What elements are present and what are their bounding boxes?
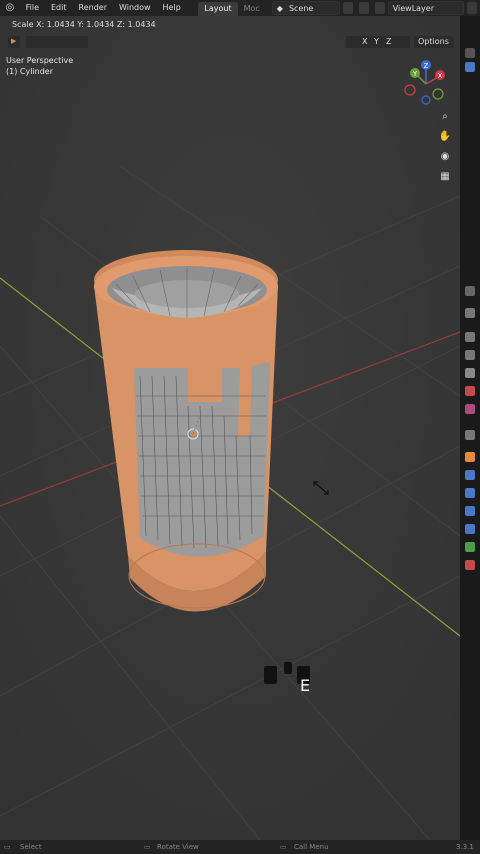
world-properties-icon[interactable] <box>465 404 475 414</box>
active-object-label: (1) Cylinder <box>6 67 53 76</box>
new-view-layer-icon[interactable] <box>467 2 477 14</box>
pin-icon[interactable] <box>342 2 353 14</box>
axis-x-label[interactable]: X <box>362 37 367 46</box>
pressed-key-label: E <box>300 676 311 695</box>
status-rotate: Rotate View <box>157 843 199 851</box>
render-properties-icon[interactable] <box>465 332 475 342</box>
workspace-tab-layout[interactable]: Layout <box>198 1 238 16</box>
axis-z-label[interactable]: Z <box>386 37 391 46</box>
view-layer-properties-icon[interactable] <box>465 368 475 378</box>
gizmo-z-label: Z <box>424 62 429 70</box>
material-icon[interactable] <box>465 560 475 570</box>
physics-icon[interactable] <box>465 506 475 516</box>
axis-lock-buttons[interactable]: X Y Z <box>346 36 410 48</box>
viewport-toolbar: ▶ X Y Z Options <box>0 33 460 51</box>
mouse-middle-icon: ▭ <box>144 843 151 851</box>
output-properties-icon[interactable] <box>465 350 475 360</box>
view-layer-selector[interactable]: ViewLayer <box>387 1 465 15</box>
scene-selector[interactable]: ◆ Scene <box>271 1 340 15</box>
navigation-gizmo[interactable]: Z X Y <box>402 58 454 110</box>
object-data-icon[interactable] <box>465 542 475 552</box>
scene-name: Scene <box>288 3 314 13</box>
3d-viewport[interactable]: Scale X: 1.0434 Y: 1.0434 Z: 1.0434 ▶ X … <box>0 16 460 840</box>
properties-tab-strip <box>460 16 480 840</box>
perspective-label: User Perspective <box>6 56 74 65</box>
key-indicator-left <box>264 666 277 684</box>
menu-file[interactable]: File <box>20 0 45 16</box>
menu-render[interactable]: Render <box>73 0 113 16</box>
object-properties-icon[interactable] <box>465 452 475 462</box>
status-context-menu: Call Menu <box>294 843 329 851</box>
top-bar: ◎ File Edit Render Window Help Layout Mo… <box>0 0 480 16</box>
key-indicator-mid <box>284 662 292 674</box>
view-layer-icon[interactable] <box>374 2 385 14</box>
version-label: 3.3.1 <box>456 843 474 851</box>
status-bar: ▭ Select ▭ Rotate View ▭ Call Menu 3.3.1 <box>0 840 480 854</box>
scene-properties-icon[interactable] <box>465 386 475 396</box>
scale-readout: Scale X: 1.0434 Y: 1.0434 Z: 1.0434 <box>12 20 156 29</box>
main-menu: File Edit Render Window Help <box>20 0 187 16</box>
options-button[interactable]: Options <box>414 36 454 48</box>
blender-logo-icon[interactable]: ◎ <box>4 1 16 15</box>
options-label: Options <box>418 37 449 46</box>
select-mode-buttons[interactable] <box>26 36 88 48</box>
new-scene-icon[interactable] <box>358 2 369 14</box>
menu-help[interactable]: Help <box>157 0 187 16</box>
viewport-canvas <box>0 16 460 840</box>
particles-icon[interactable] <box>465 488 475 498</box>
modifier-wrench-icon[interactable] <box>465 470 475 480</box>
mouse-left-icon: ▭ <box>4 843 11 851</box>
axis-y-label[interactable]: Y <box>374 37 379 46</box>
mouse-right-icon: ▭ <box>280 843 287 851</box>
workspace-tab-modeling[interactable]: Moc <box>238 2 266 16</box>
collection-properties-icon[interactable] <box>465 430 475 440</box>
scene-icon: ◆ <box>276 3 283 13</box>
pan-hand-icon[interactable]: ✋ <box>438 130 452 144</box>
outliner-camera-icon[interactable] <box>465 48 475 58</box>
properties-toggle-icon[interactable] <box>465 286 475 296</box>
viewport-header: Scale X: 1.0434 Y: 1.0434 Z: 1.0434 <box>0 16 460 33</box>
outliner-view-icon[interactable] <box>465 62 475 72</box>
zoom-icon[interactable]: ⌕ <box>438 110 452 124</box>
gizmo-x-label: X <box>438 72 443 80</box>
constraints-icon[interactable] <box>465 524 475 534</box>
camera-icon[interactable]: ◉ <box>438 150 452 164</box>
tool-properties-icon[interactable] <box>465 308 475 318</box>
menu-edit[interactable]: Edit <box>45 0 73 16</box>
play-icon[interactable]: ▶ <box>8 36 20 48</box>
view-layer-name: ViewLayer <box>392 3 434 13</box>
grid-view-icon[interactable]: ▦ <box>438 170 452 184</box>
gizmo-y-label: Y <box>412 70 418 78</box>
menu-window[interactable]: Window <box>113 0 157 16</box>
status-select: Select <box>20 843 42 851</box>
viewport-overlay-text: User Perspective (1) Cylinder <box>6 55 73 77</box>
